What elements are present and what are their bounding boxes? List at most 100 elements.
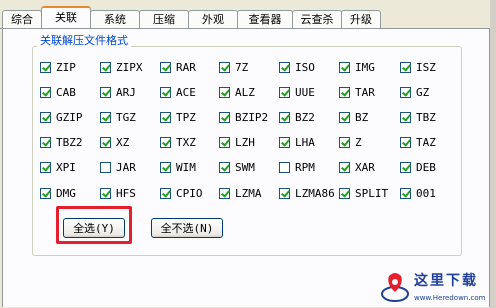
tab-4[interactable]: 外观 xyxy=(188,10,238,28)
highlight-annotation xyxy=(56,206,132,244)
format-checkbox[interactable]: 001 xyxy=(400,185,436,201)
checkbox-checked-icon[interactable] xyxy=(279,61,290,73)
format-checkbox[interactable]: CAB xyxy=(40,84,76,100)
checkbox-checked-icon[interactable] xyxy=(339,161,350,173)
checkbox-checked-icon[interactable] xyxy=(160,111,171,123)
checkbox-checked-icon[interactable] xyxy=(100,136,111,148)
checkbox-checked-icon[interactable] xyxy=(219,161,230,173)
format-checkbox[interactable]: ARJ xyxy=(100,84,136,100)
format-checkbox[interactable]: DEB xyxy=(400,159,436,175)
format-checkbox[interactable]: ZIP xyxy=(40,59,76,75)
format-checkbox[interactable]: UUE xyxy=(279,84,315,100)
checkbox-checked-icon[interactable] xyxy=(40,136,51,148)
format-checkbox[interactable]: LHA xyxy=(279,134,315,150)
format-label: DEB xyxy=(416,160,436,174)
format-checkbox[interactable]: SWM xyxy=(219,159,255,175)
format-checkbox[interactable]: LZMA xyxy=(219,185,262,201)
checkbox-checked-icon[interactable] xyxy=(339,61,350,73)
format-checkbox[interactable]: ZIPX xyxy=(100,59,143,75)
checkbox-checked-icon[interactable] xyxy=(219,136,230,148)
checkbox-checked-icon[interactable] xyxy=(219,61,230,73)
format-checkbox[interactable]: XAR xyxy=(339,159,375,175)
checkbox-checked-icon[interactable] xyxy=(219,86,230,98)
checkbox-checked-icon[interactable] xyxy=(339,187,350,199)
format-checkbox[interactable]: IMG xyxy=(339,59,375,75)
format-checkbox[interactable]: LZMA86 xyxy=(279,185,335,201)
checkbox-checked-icon[interactable] xyxy=(279,187,290,199)
format-checkbox[interactable]: RPM xyxy=(279,159,315,175)
watermark-text: 这里下载 xyxy=(414,273,478,289)
format-checkbox[interactable]: TBZ2 xyxy=(40,134,83,150)
format-checkbox[interactable]: ISO xyxy=(279,59,315,75)
format-checkbox[interactable]: DMG xyxy=(40,185,76,201)
tab-5[interactable]: 查看器 xyxy=(237,10,293,28)
checkbox-checked-icon[interactable] xyxy=(160,61,171,73)
checkbox-checked-icon[interactable] xyxy=(339,111,350,123)
format-checkbox[interactable]: GZIP xyxy=(40,109,83,125)
checkbox-checked-icon[interactable] xyxy=(400,86,411,98)
checkbox-checked-icon[interactable] xyxy=(219,187,230,199)
checkbox-checked-icon[interactable] xyxy=(40,61,51,73)
format-checkbox[interactable]: SPLIT xyxy=(339,185,388,201)
tab-7[interactable]: 升级 xyxy=(341,10,381,28)
format-checkbox[interactable]: XPI xyxy=(40,159,76,175)
checkbox-checked-icon[interactable] xyxy=(400,136,411,148)
format-label: IMG xyxy=(355,60,375,74)
checkbox-unchecked-icon[interactable] xyxy=(279,161,290,173)
tab-6[interactable]: 云查杀 xyxy=(292,10,342,28)
select-none-button[interactable]: 全不选(N) xyxy=(151,218,223,238)
checkbox-checked-icon[interactable] xyxy=(40,111,51,123)
checkbox-checked-icon[interactable] xyxy=(100,111,111,123)
format-checkbox[interactable]: TGZ xyxy=(100,109,136,125)
checkbox-checked-icon[interactable] xyxy=(279,136,290,148)
checkbox-checked-icon[interactable] xyxy=(160,187,171,199)
checkbox-checked-icon[interactable] xyxy=(400,187,411,199)
checkbox-checked-icon[interactable] xyxy=(339,86,350,98)
checkbox-checked-icon[interactable] xyxy=(339,136,350,148)
format-checkbox[interactable]: CPIO xyxy=(160,185,203,201)
tab-0[interactable]: 综合 xyxy=(2,10,42,28)
format-checkbox[interactable]: TAR xyxy=(339,84,375,100)
format-checkbox[interactable]: XZ xyxy=(100,134,129,150)
format-checkbox[interactable]: 7Z xyxy=(219,59,248,75)
checkbox-checked-icon[interactable] xyxy=(279,111,290,123)
checkbox-checked-icon[interactable] xyxy=(400,111,411,123)
format-label: 001 xyxy=(416,186,436,200)
format-label: RAR xyxy=(176,60,196,74)
format-checkbox[interactable]: BZIP2 xyxy=(219,109,268,125)
format-checkbox[interactable]: TXZ xyxy=(160,134,196,150)
format-checkbox[interactable]: TAZ xyxy=(400,134,436,150)
checkbox-checked-icon[interactable] xyxy=(100,61,111,73)
format-checkbox[interactable]: ISZ xyxy=(400,59,436,75)
checkbox-checked-icon[interactable] xyxy=(400,161,411,173)
tab-3[interactable]: 压缩 xyxy=(139,10,189,28)
format-checkbox[interactable]: HFS xyxy=(100,185,136,201)
watermark: 这里下载 www.Heredown.com xyxy=(380,268,496,308)
checkbox-unchecked-icon[interactable] xyxy=(100,161,111,173)
format-checkbox[interactable]: TPZ xyxy=(160,109,196,125)
checkbox-checked-icon[interactable] xyxy=(160,86,171,98)
format-checkbox[interactable]: BZ xyxy=(339,109,368,125)
format-checkbox[interactable]: RAR xyxy=(160,59,196,75)
checkbox-checked-icon[interactable] xyxy=(219,111,230,123)
checkbox-checked-icon[interactable] xyxy=(400,61,411,73)
checkbox-checked-icon[interactable] xyxy=(40,86,51,98)
format-checkbox[interactable]: BZ2 xyxy=(279,109,315,125)
checkbox-checked-icon[interactable] xyxy=(160,161,171,173)
checkbox-checked-icon[interactable] xyxy=(40,187,51,199)
tab-2[interactable]: 系统 xyxy=(90,10,140,28)
format-checkbox[interactable]: WIM xyxy=(160,159,196,175)
format-checkbox[interactable]: JAR xyxy=(100,159,136,175)
format-checkbox[interactable]: Z xyxy=(339,134,362,150)
format-checkbox[interactable]: GZ xyxy=(400,84,429,100)
checkbox-checked-icon[interactable] xyxy=(279,86,290,98)
checkbox-checked-icon[interactable] xyxy=(160,136,171,148)
format-checkbox[interactable]: TBZ xyxy=(400,109,436,125)
checkbox-checked-icon[interactable] xyxy=(100,187,111,199)
tab-1[interactable]: 关联 xyxy=(41,6,91,28)
checkbox-checked-icon[interactable] xyxy=(100,86,111,98)
checkbox-checked-icon[interactable] xyxy=(40,161,51,173)
format-checkbox[interactable]: ACE xyxy=(160,84,196,100)
format-checkbox[interactable]: ALZ xyxy=(219,84,255,100)
format-checkbox[interactable]: LZH xyxy=(219,134,255,150)
